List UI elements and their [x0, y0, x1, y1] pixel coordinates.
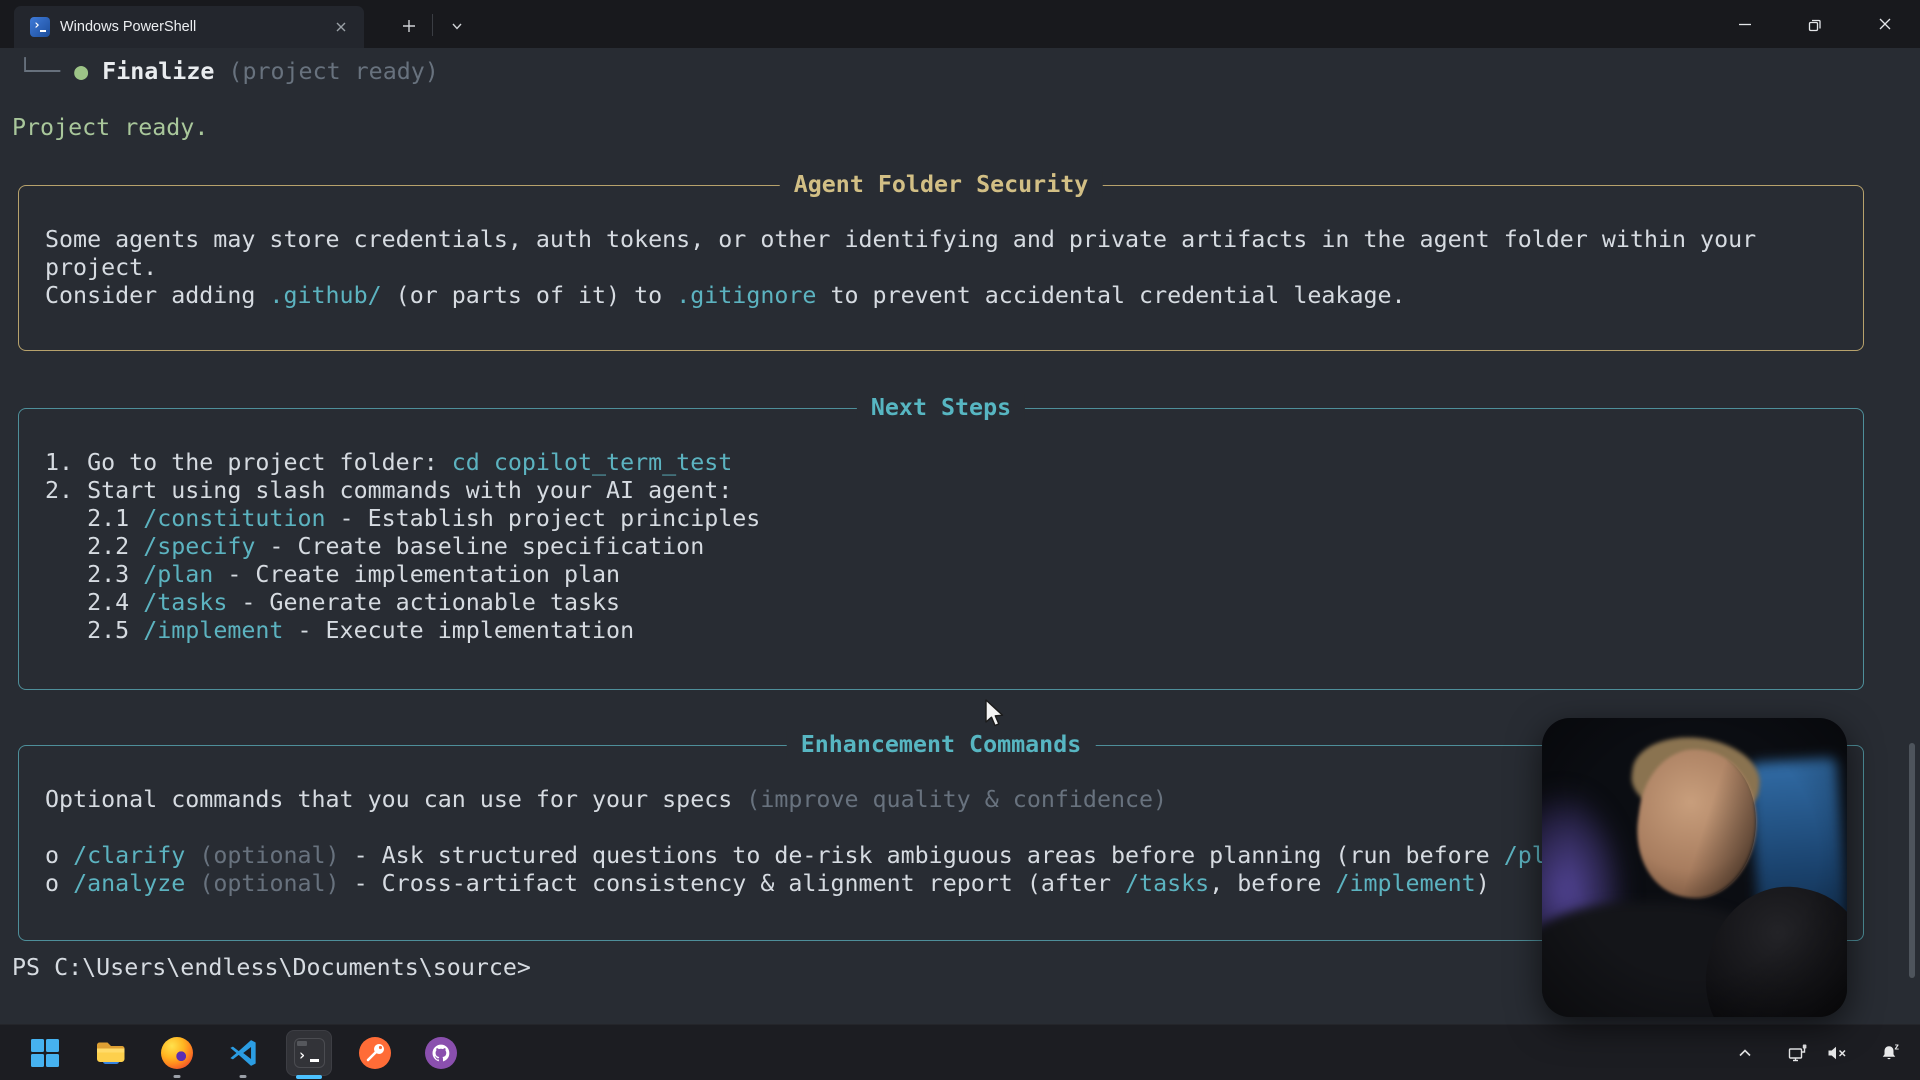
terminal-line: 2.1 /constitution - Establish project pr… — [45, 505, 1863, 533]
window-titlebar: › Windows PowerShell — [0, 0, 1920, 48]
running-indicator — [240, 1075, 247, 1079]
terminal-line: Consider adding .github/ (or parts of it… — [45, 282, 1863, 310]
vscode-icon — [228, 1038, 258, 1068]
security-notice-box: Agent Folder Security Some agents may st… — [18, 185, 1864, 351]
system-tray: z — [1726, 1025, 1920, 1080]
finalize-status-line: └── ● Finalize (project ready) — [18, 58, 439, 86]
window-controls — [1710, 0, 1920, 48]
tabbar-divider — [432, 14, 433, 36]
taskbar-item-file-explorer[interactable] — [88, 1030, 134, 1076]
tray-notification-bell-dnd-icon[interactable]: z — [1872, 1033, 1910, 1073]
webcam-overlay — [1542, 718, 1847, 1017]
file-explorer-icon — [95, 1038, 127, 1068]
restore-button[interactable] — [1780, 0, 1850, 48]
scrollbar-thumb[interactable] — [1909, 743, 1915, 978]
taskbar-item-github-desktop[interactable] — [418, 1030, 464, 1076]
github-desktop-icon — [425, 1037, 457, 1069]
taskbar-item-firefox[interactable] — [154, 1030, 200, 1076]
tray-volume-muted-icon[interactable] — [1818, 1033, 1856, 1073]
box-body: Some agents may store credentials, auth … — [19, 186, 1863, 310]
mouse-cursor — [984, 699, 1008, 736]
tray-chevron-up-icon[interactable] — [1726, 1033, 1764, 1073]
new-tab-button[interactable] — [392, 10, 426, 42]
taskbar-apps: › — [22, 1025, 464, 1080]
terminal-line: 1. Go to the project folder: cd copilot_… — [45, 449, 1863, 477]
box-title-enhancement-commands: Enhancement Commands — [787, 731, 1096, 759]
powershell-icon: › — [30, 17, 50, 37]
taskbar-item-windows-terminal[interactable]: › — [286, 1030, 332, 1076]
terminal-line: project. — [45, 254, 1863, 282]
minimize-button[interactable] — [1710, 0, 1780, 48]
terminal-line: 2.5 /implement - Execute implementation — [45, 617, 1863, 645]
svg-text:z: z — [1895, 1042, 1900, 1052]
windows-start-icon — [31, 1039, 60, 1068]
box-title-next-steps: Next Steps — [857, 394, 1025, 422]
terminal-line: Some agents may store credentials, auth … — [45, 226, 1863, 254]
step-note: (project ready) — [214, 58, 438, 85]
project-ready-message: Project ready. — [12, 114, 208, 142]
step-bullet: ● — [74, 58, 102, 85]
box-body: 1. Go to the project folder: cd copilot_… — [19, 409, 1863, 645]
terminal-line: 2. Start using slash commands with your … — [45, 477, 1863, 505]
box-title-agent-folder-security: Agent Folder Security — [780, 171, 1103, 199]
running-indicator — [174, 1075, 181, 1079]
firefox-icon — [161, 1037, 193, 1069]
taskbar-item-vscode[interactable] — [220, 1030, 266, 1076]
powershell-prompt: PS C:\Users\endless\Documents\source> — [12, 954, 531, 982]
postman-icon — [359, 1037, 391, 1069]
taskbar: › — [0, 1024, 1920, 1080]
active-app-indicator — [296, 1075, 322, 1079]
tree-branch-glyph: └── — [18, 58, 74, 85]
close-button[interactable] — [1850, 0, 1920, 48]
tab-close-icon[interactable] — [328, 14, 354, 40]
tab-dropdown-button[interactable] — [440, 10, 474, 42]
terminal-line: 2.4 /tasks - Generate actionable tasks — [45, 589, 1863, 617]
tray-network-icon[interactable] — [1780, 1033, 1818, 1073]
start-button[interactable] — [22, 1030, 68, 1076]
taskbar-item-postman[interactable] — [352, 1030, 398, 1076]
terminal-line: 2.2 /specify - Create baseline specifica… — [45, 533, 1863, 561]
windows-terminal-icon: › — [294, 1038, 325, 1068]
terminal-line: 2.3 /plan - Create implementation plan — [45, 561, 1863, 589]
webcam-vignette — [1542, 718, 1847, 1017]
step-label: Finalize — [102, 58, 214, 85]
next-steps-box: Next Steps 1. Go to the project folder: … — [18, 408, 1864, 690]
tab-windows-powershell[interactable]: › Windows PowerShell — [14, 6, 364, 48]
screen: › Windows PowerShell └ — [0, 0, 1920, 1080]
tab-title: Windows PowerShell — [60, 19, 328, 35]
